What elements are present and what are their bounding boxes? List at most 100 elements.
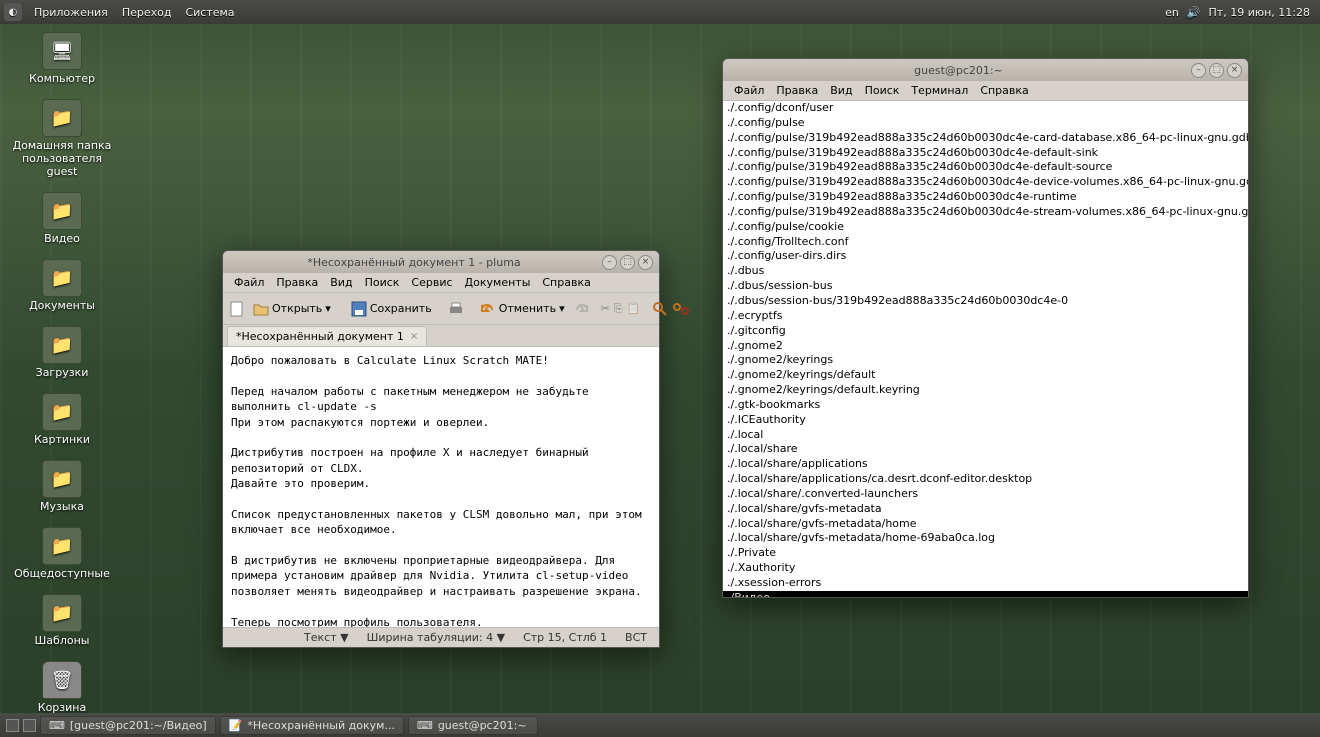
desktop-icon-video[interactable]: 📁Видео xyxy=(12,192,112,245)
print-icon[interactable] xyxy=(448,298,464,320)
terminal-menu-0[interactable]: Файл xyxy=(729,82,769,99)
trash-icon: 🗑 xyxy=(42,661,82,699)
clock[interactable]: Пт, 19 июн, 11:28 xyxy=(1209,6,1310,19)
terminal-line: ./.config/dconf/user xyxy=(723,101,1248,116)
new-file-icon[interactable] xyxy=(229,298,245,320)
terminal-title: guest@pc201:~ xyxy=(729,64,1188,77)
editor-toolbar: Открыть▾ Сохранить Отменить▾ ✂ ⎘ 📋 xyxy=(223,293,659,325)
taskbar-item-2[interactable]: ⌨guest@pc201:~ xyxy=(408,716,538,735)
terminal-line: ./.config/user-dirs.dirs xyxy=(723,249,1248,264)
desktop-icon-trash[interactable]: 🗑Корзина xyxy=(12,661,112,714)
terminal-menu-3[interactable]: Поиск xyxy=(860,82,905,99)
terminal-menu-5[interactable]: Справка xyxy=(975,82,1033,99)
maximize-button[interactable]: ⬚ xyxy=(620,255,635,270)
open-button[interactable]: Открыть▾ xyxy=(249,300,335,318)
editor-icon: 📝 xyxy=(229,719,243,732)
terminal-line: ./.local/share/gvfs-metadata/home-69aba0… xyxy=(723,531,1248,546)
status-tabwidth[interactable]: Ширина табуляции: 4 ▼ xyxy=(367,631,506,644)
icon-label: Компьютер xyxy=(29,72,95,85)
close-button[interactable]: × xyxy=(638,255,653,270)
editor-menu-2[interactable]: Вид xyxy=(325,274,357,291)
desktop-icon-computer[interactable]: 🖥Компьютер xyxy=(12,32,112,85)
icon-label: Загрузки xyxy=(36,366,89,379)
terminal-line: ./.local/share/applications xyxy=(723,457,1248,472)
editor-tabs: *Несохранённый документ 1× xyxy=(223,325,659,347)
terminal-line: ./.xsession-errors xyxy=(723,576,1248,591)
desktop-icon-templates[interactable]: 📁Шаблоны xyxy=(12,594,112,647)
editor-menu-3[interactable]: Поиск xyxy=(360,274,405,291)
search-icon[interactable] xyxy=(652,298,668,320)
templates-icon: 📁 xyxy=(42,594,82,632)
terminal-line: ./.gnome2/keyrings/default.keyring xyxy=(723,383,1248,398)
menu-system[interactable]: Система xyxy=(179,3,240,22)
terminal-line: ./.config/pulse/319b492ead888a335c24d60b… xyxy=(723,131,1248,146)
editor-menu-0[interactable]: Файл xyxy=(229,274,269,291)
menu-places[interactable]: Переход xyxy=(116,3,178,22)
status-insert: ВСТ xyxy=(625,631,647,644)
minimize-button[interactable]: – xyxy=(1191,63,1206,78)
terminal-output[interactable]: ./.config/dconf/user./.config/pulse./.co… xyxy=(723,101,1248,597)
editor-textarea[interactable]: Добро пожаловать в Calculate Linux Scrat… xyxy=(223,347,659,627)
taskbar-item-0[interactable]: ⌨[guest@pc201:~/Видео] xyxy=(40,716,216,735)
terminal-window: guest@pc201:~ – ⬚ × ФайлПравкаВидПоискТе… xyxy=(722,58,1249,598)
terminal-menu-2[interactable]: Вид xyxy=(825,82,857,99)
editor-menu-1[interactable]: Правка xyxy=(271,274,323,291)
terminal-line: ./.gtk-bookmarks xyxy=(723,398,1248,413)
terminal-line: ./Видео xyxy=(723,591,1248,597)
desktop-icon-pictures[interactable]: 📁Картинки xyxy=(12,393,112,446)
terminal-line: ./.local/share/applications/ca.desrt.dco… xyxy=(723,472,1248,487)
public-icon: 📁 xyxy=(42,527,82,565)
terminal-line: ./.config/pulse/319b492ead888a335c24d60b… xyxy=(723,146,1248,161)
terminal-line: ./.local xyxy=(723,428,1248,443)
home-icon: 📁 xyxy=(42,99,82,137)
maximize-button[interactable]: ⬚ xyxy=(1209,63,1224,78)
desktop-icons: 🖥Компьютер 📁Домашняя папка пользователя g… xyxy=(12,32,112,714)
editor-menu-5[interactable]: Документы xyxy=(460,274,536,291)
editor-menu-4[interactable]: Сервис xyxy=(406,274,457,291)
show-desktop-icon[interactable] xyxy=(6,719,19,732)
terminal-line: ./.config/pulse xyxy=(723,116,1248,131)
redo-icon[interactable] xyxy=(573,298,589,320)
terminal-line: ./.config/pulse/319b492ead888a335c24d60b… xyxy=(723,160,1248,175)
terminal-line: ./.ecryptfs xyxy=(723,309,1248,324)
terminal-line: ./.gitconfig xyxy=(723,324,1248,339)
paste-icon[interactable]: 📋 xyxy=(627,298,641,320)
desktop-icon-public[interactable]: 📁Общедоступные xyxy=(12,527,112,580)
terminal-line: ./.local/share/gvfs-metadata/home xyxy=(723,517,1248,532)
terminal-icon: ⌨ xyxy=(417,719,433,732)
downloads-icon: 📁 xyxy=(42,326,82,364)
terminal-menu-1[interactable]: Правка xyxy=(771,82,823,99)
icon-label: Документы xyxy=(29,299,95,312)
keyboard-layout[interactable]: en xyxy=(1165,6,1179,19)
documents-icon: 📁 xyxy=(42,259,82,297)
editor-title: *Несохранённый документ 1 - pluma xyxy=(229,256,599,269)
distro-logo-icon[interactable]: ◐ xyxy=(4,3,22,21)
taskbar-item-1[interactable]: 📝*Несохранённый докум... xyxy=(220,716,404,735)
close-button[interactable]: × xyxy=(1227,63,1242,78)
menu-applications[interactable]: Приложения xyxy=(28,3,114,22)
volume-icon[interactable]: 🔊 xyxy=(1187,6,1201,19)
desktop-icon-music[interactable]: 📁Музыка xyxy=(12,460,112,513)
status-syntax[interactable]: Текст ▼ xyxy=(304,631,349,644)
search-replace-icon[interactable] xyxy=(672,298,690,320)
editor-menubar: ФайлПравкаВидПоискСервисДокументыСправка xyxy=(223,273,659,293)
terminal-line: ./.config/pulse/319b492ead888a335c24d60b… xyxy=(723,175,1248,190)
document-tab[interactable]: *Несохранённый документ 1× xyxy=(227,326,427,346)
copy-icon[interactable]: ⎘ xyxy=(614,298,623,320)
desktop-icon-downloads[interactable]: 📁 Загрузки xyxy=(12,326,112,379)
editor-menu-6[interactable]: Справка xyxy=(537,274,595,291)
bottom-panel: ⌨[guest@pc201:~/Видео]📝*Несохранённый до… xyxy=(0,713,1320,737)
terminal-menu-4[interactable]: Терминал xyxy=(906,82,973,99)
workspace-switcher-icon[interactable] xyxy=(23,719,36,732)
save-button[interactable]: Сохранить xyxy=(347,299,436,319)
desktop-icon-home[interactable]: 📁Домашняя папка пользователя guest xyxy=(12,99,112,178)
close-tab-icon[interactable]: × xyxy=(410,331,418,342)
minimize-button[interactable]: – xyxy=(602,255,617,270)
terminal-titlebar[interactable]: guest@pc201:~ – ⬚ × xyxy=(723,59,1248,81)
icon-label: Музыка xyxy=(40,500,84,513)
video-icon: 📁 xyxy=(42,192,82,230)
desktop-icon-documents[interactable]: 📁 Документы xyxy=(12,259,112,312)
editor-titlebar[interactable]: *Несохранённый документ 1 - pluma – ⬚ × xyxy=(223,251,659,273)
cut-icon[interactable]: ✂ xyxy=(601,298,610,320)
undo-button[interactable]: Отменить▾ xyxy=(476,300,569,318)
